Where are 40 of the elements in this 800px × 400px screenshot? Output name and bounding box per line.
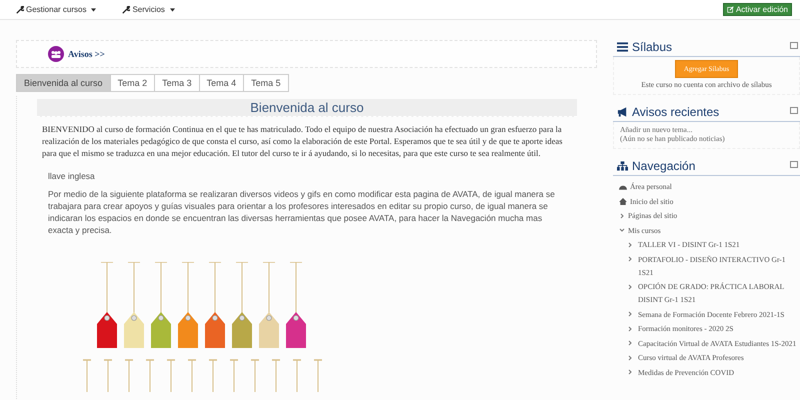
list-icon: [617, 42, 628, 52]
edit-icon: [726, 6, 734, 13]
chevron-icon[interactable]: [627, 326, 633, 332]
menu-dropdown[interactable]: Gestionar cursos: [16, 5, 96, 14]
caret-icon: [170, 8, 175, 12]
section-tab[interactable]: Tema 4: [200, 74, 244, 92]
collapse-icon[interactable]: [790, 161, 798, 168]
chevron-icon[interactable]: [627, 340, 633, 346]
chevron-icon[interactable]: [627, 256, 633, 262]
menu-dropdown[interactable]: Servicios: [122, 5, 175, 14]
sitemap-icon: [617, 161, 628, 171]
megaphone-icon: [617, 107, 628, 117]
chevron-icon[interactable]: [627, 311, 633, 317]
dashboard-icon: [619, 183, 627, 190]
intro-paragraph: BIENVENIDO al curso de formación Continua en el que te has matriculado. Todo el equipo de nuestra Asociación ha efectuado un gran esfuerzo para la realización de los materiales pedagógico de que consta el curso, así como la elaboración de este Portal. Esperamos que te sea útil y de que te aporte ideas para que el mismo se traduzca en una mejor educación. El tutor del curso te ir á ayudando, si lo necesitas, para que este curso te sea realmente útil.: [42, 123, 564, 159]
chevron-icon[interactable]: [627, 242, 633, 248]
chevron-icon[interactable]: [627, 369, 633, 375]
collapse-icon[interactable]: [790, 42, 798, 49]
block-title: Sílabus: [632, 40, 672, 54]
section-title: Bienvenida al curso: [37, 99, 577, 117]
block-title: Navegación: [632, 159, 696, 173]
wrench-icon: [122, 6, 130, 14]
chevron-icon[interactable]: [619, 227, 625, 233]
people-icon: [48, 46, 64, 62]
wrench-icon: [16, 6, 24, 14]
chevron-icon[interactable]: [627, 354, 633, 360]
caret-icon: [91, 8, 96, 12]
announcements-link[interactable]: Avisos >>: [68, 49, 105, 59]
section-tab[interactable]: Tema 5: [244, 74, 289, 92]
home-icon: [619, 198, 627, 204]
broken-image-text: llave inglesa: [48, 171, 96, 181]
section-tab[interactable]: Tema 2: [110, 74, 156, 92]
section-tab[interactable]: Bienvenida al curso: [16, 74, 111, 92]
collapse-icon[interactable]: [790, 107, 798, 114]
chevron-icon[interactable]: [619, 212, 625, 218]
chevron-icon[interactable]: [627, 284, 633, 290]
body-paragraph: Por medio de la siguiente plataforma se realizaran diversos videos y gifs en como modificar esta pagina de AVATA, de igual manera se trabajara para crear apoyos y guías visuales para orientar a los profesores interesados en editar su propio curso, de igual manera se indicaran los espacios en donde se encuentran las diversas herramientas que posee AVATA, para hacer la Navegación mucha mas exacta y precisa.: [48, 188, 556, 236]
section-tab[interactable]: Tema 3: [155, 74, 200, 92]
edit-mode-button[interactable]: Activar edición: [722, 3, 792, 16]
block-title: Avisos recientes: [632, 105, 720, 119]
